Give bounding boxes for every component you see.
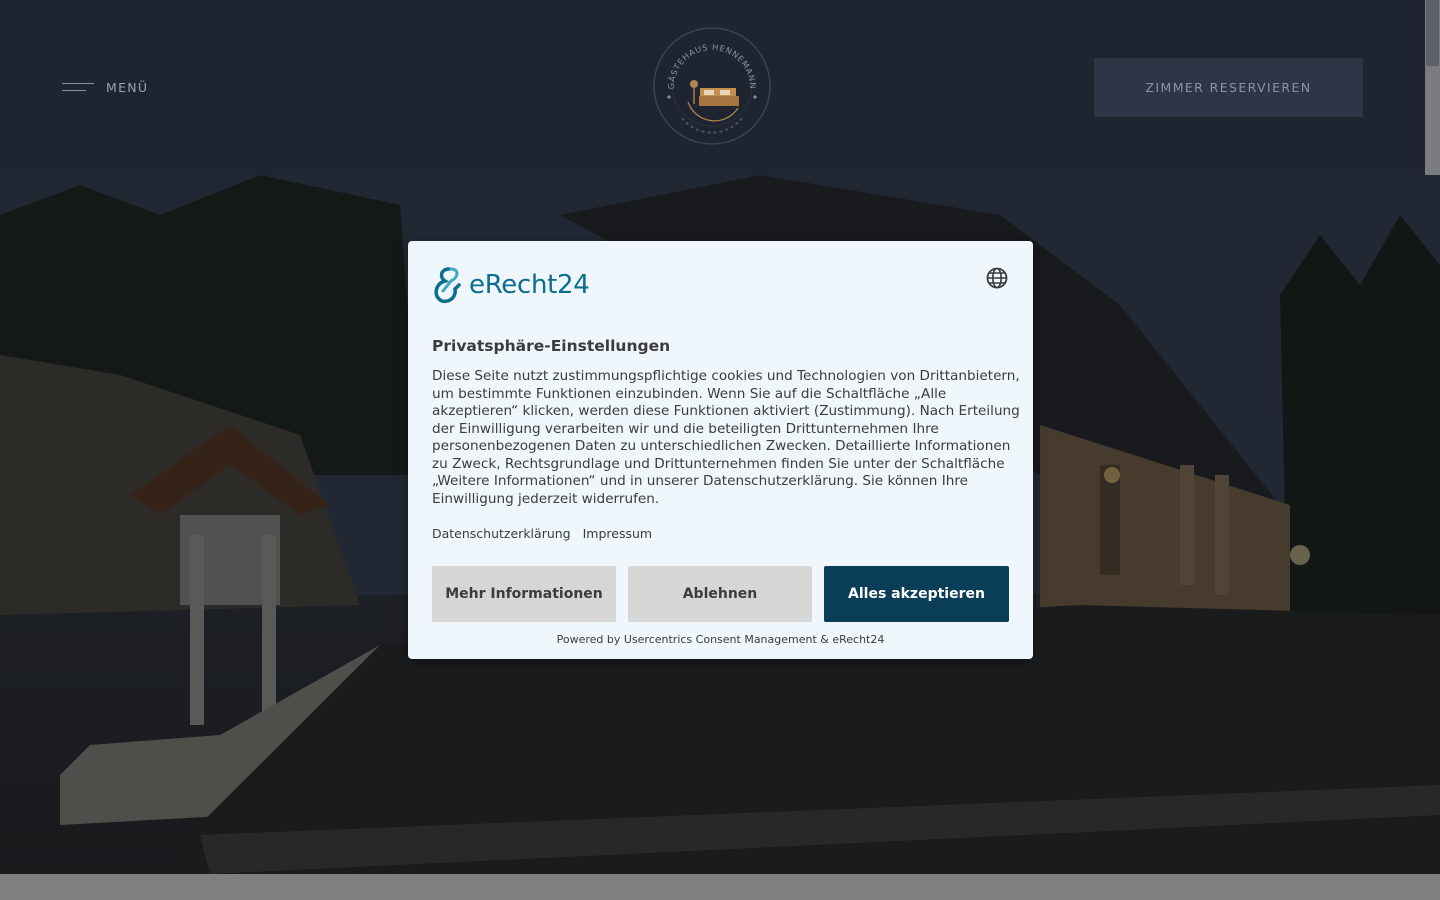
reserve-room-button[interactable]: ZIMMER RESERVIEREN	[1094, 58, 1363, 117]
menu-label: MENÜ	[106, 79, 149, 95]
dialog-title: Privatsphäre-Einstellungen	[432, 337, 671, 355]
cookie-consent-dialog: eRecht24 Privatsphäre-Einstellungen Dies…	[408, 241, 1033, 659]
menu-button[interactable]: MENÜ	[62, 72, 148, 102]
deny-button[interactable]: Ablehnen	[628, 566, 812, 622]
scrollbar-thumb[interactable]	[1426, 0, 1439, 66]
powered-by-text: Powered by Usercentrics Consent Manageme…	[556, 633, 885, 646]
erecht24-logo: eRecht24	[431, 265, 590, 305]
privacy-policy-link[interactable]: Datenschutzerklärung	[432, 526, 571, 541]
footer-strip	[0, 874, 1440, 900]
globe-icon[interactable]	[985, 266, 1009, 290]
dialog-body-text: Diese Seite nutzt zustimmungspflichtige …	[432, 368, 1020, 507]
site-header: MENÜ GÄSTEHAUS HENNEMANN ZIMMER RESERVIE…	[0, 0, 1425, 175]
guesthouse-logo[interactable]: GÄSTEHAUS HENNEMANN	[652, 26, 772, 146]
more-info-button[interactable]: Mehr Informationen	[432, 566, 616, 622]
imprint-link[interactable]: Impressum	[583, 526, 652, 541]
brand-name: eRecht24	[469, 270, 590, 300]
dialog-links: Datenschutzerklärung Impressum	[432, 526, 652, 541]
erecht24-logo-icon	[434, 267, 461, 304]
accept-all-button[interactable]: Alles akzeptieren	[824, 566, 1009, 622]
hamburger-icon	[62, 81, 94, 93]
